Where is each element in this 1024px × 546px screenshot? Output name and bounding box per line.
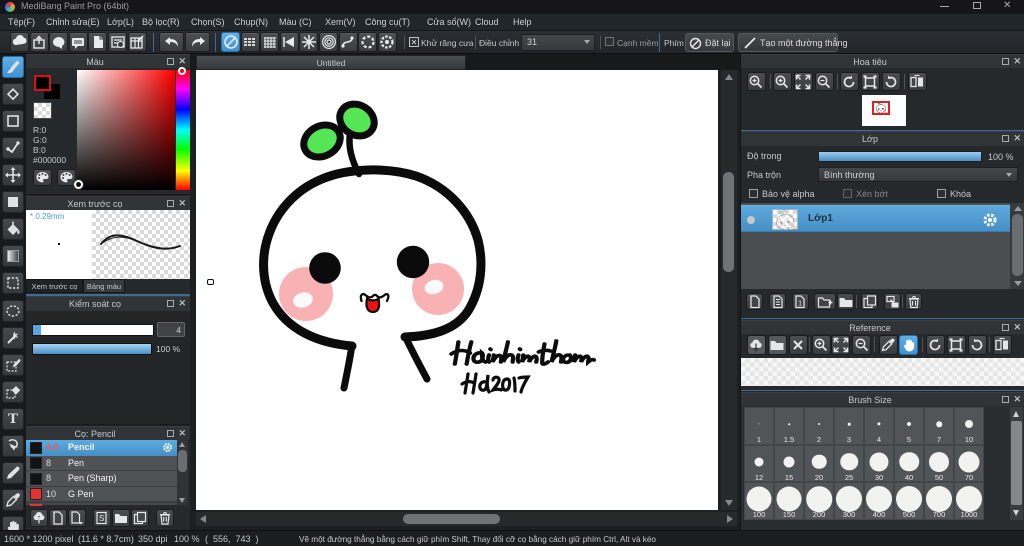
svg-text:1: 1	[798, 298, 802, 307]
svg-text:S: S	[99, 514, 104, 523]
